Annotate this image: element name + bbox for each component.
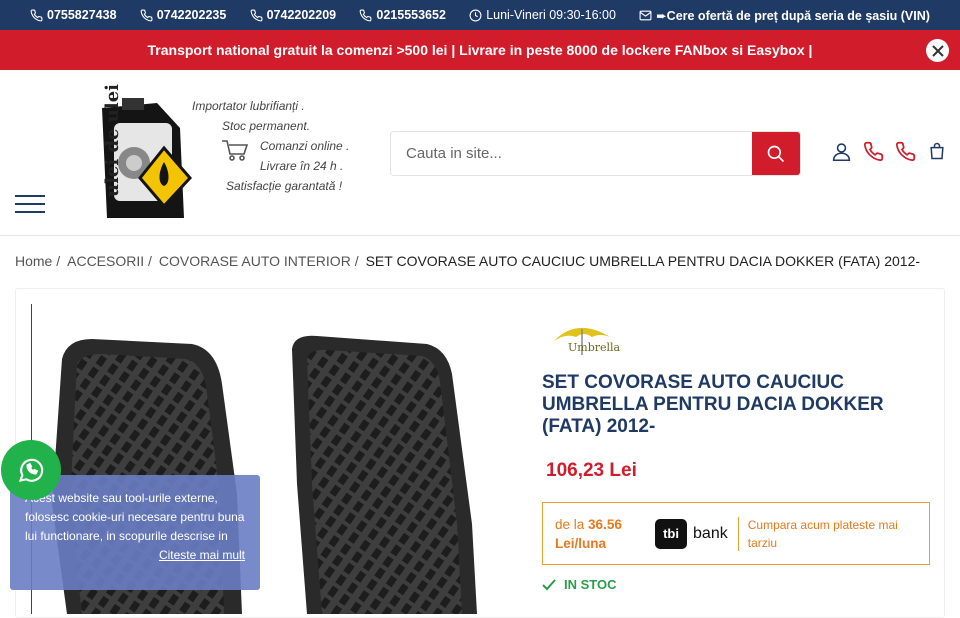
product-price: 106,23 Lei [546, 460, 637, 481]
breadcrumb-current: SET COVORASE AUTO CAUCIUC UMBRELLA PENTR… [365, 253, 921, 269]
hamburger-line [15, 211, 45, 213]
cookie-text: Acest website sau tool-urile externe, fo… [25, 491, 245, 543]
installment-box[interactable]: de la 36.56 Lei/luna tbi bank Cumpara ac… [542, 502, 930, 565]
close-icon [931, 44, 944, 57]
shopping-bag-icon [930, 142, 944, 160]
check-icon [542, 578, 556, 590]
phone-number: 0742202235 [156, 8, 227, 22]
phone-icon [863, 141, 883, 161]
phone-icon [140, 9, 153, 21]
tbi-box: tbi [655, 518, 688, 549]
logo-line: Stoc permanent. [222, 119, 311, 133]
phone-link-3[interactable]: 0742202209 [250, 8, 337, 22]
phone-link-4[interactable]: 0215553652 [359, 8, 446, 22]
envelope-icon [639, 10, 652, 20]
call-button-2[interactable] [894, 140, 916, 162]
whatsapp-button[interactable] [1, 440, 61, 500]
top-contact-bar: 0755827438 0742202235 0742202209 0215553… [0, 0, 960, 30]
user-icon [832, 142, 850, 161]
phone-link-2[interactable]: 0742202235 [140, 8, 227, 22]
logo-line: Satisfacție garantată ! [226, 179, 343, 193]
phone-link-1[interactable]: 0755827438 [30, 8, 117, 22]
brand-logo[interactable]: Umbrella [552, 319, 632, 364]
site-logo[interactable]: ulei de ulei Importator lubrifianți . St… [62, 78, 362, 230]
read-more-link[interactable]: Citeste mai mult [25, 546, 245, 565]
product-title: SET COVORASE AUTO CAUCIUC UMBRELLA PENTR… [542, 372, 884, 437]
breadcrumb-home[interactable]: Home / [15, 253, 60, 269]
phone-number: 0742202209 [266, 8, 337, 22]
stock-text: IN STOC [564, 577, 617, 592]
logo-brand-text: ulei de ulei [102, 83, 124, 198]
cart-button[interactable] [926, 140, 948, 162]
logo-line: Comanzi online . [260, 139, 350, 153]
menu-button[interactable] [15, 195, 45, 213]
shopping-cart-icon [222, 140, 249, 161]
hamburger-line [15, 195, 45, 197]
call-button-1[interactable] [862, 140, 884, 162]
stock-status: IN STOC [542, 577, 930, 592]
phone-icon [895, 141, 915, 161]
opening-hours: Luni-Vineri 09:30-16:00 [469, 8, 616, 22]
tbi-bank-word: bank [693, 524, 728, 542]
breadcrumb-accesorii[interactable]: ACCESORII / [67, 253, 152, 269]
installment-amount: 36.56 [588, 516, 622, 532]
header-actions [830, 140, 948, 162]
vin-offer-link[interactable]: ➨Cere ofertă de preț după seria de șasiu… [639, 8, 930, 23]
promo-text: Transport national gratuit la comenzi >5… [147, 42, 813, 58]
search-button[interactable] [752, 132, 800, 175]
close-promo-button[interactable] [926, 39, 949, 62]
product-info: Umbrella SET COVORASE AUTO CAUCIUC UMBRE… [542, 319, 930, 592]
search-icon [767, 145, 785, 162]
phone-icon [250, 9, 263, 21]
vin-offer-text: ➨Cere ofertă de preț după seria de șasiu… [656, 8, 930, 23]
hamburger-line [15, 203, 45, 205]
hours-text: Luni-Vineri 09:30-16:00 [486, 8, 616, 22]
phone-icon [30, 9, 43, 21]
clock-icon [469, 9, 482, 21]
whatsapp-icon [18, 458, 44, 482]
breadcrumb: Home / ACCESORII / COVORASE AUTO INTERIO… [0, 236, 960, 286]
search-input[interactable] [391, 132, 752, 175]
tbi-bank-logo: tbi bank [655, 516, 739, 551]
logo-line: Importator lubrifianți . [192, 99, 305, 113]
breadcrumb-covorase[interactable]: COVORASE AUTO INTERIOR / [159, 253, 359, 269]
search-bar [390, 131, 801, 176]
phone-icon [359, 9, 372, 21]
brand-name: Umbrella [568, 341, 621, 354]
promo-banner: Transport national gratuit la comenzi >5… [0, 30, 960, 70]
site-header: ulei de ulei Importator lubrifianți . St… [0, 70, 960, 236]
account-button[interactable] [830, 140, 852, 162]
phone-number: 0755827438 [47, 8, 117, 22]
pay-later-text: Cumpara acum plateste mai tarziu [747, 517, 898, 550]
phone-number: 0215553652 [376, 8, 446, 22]
installment-from: de la [555, 516, 585, 532]
logo-line: Livrare în 24 h . [260, 159, 344, 173]
installment-unit: Lei/luna [555, 535, 607, 551]
installment-rate: de la 36.56 Lei/luna [555, 515, 655, 553]
